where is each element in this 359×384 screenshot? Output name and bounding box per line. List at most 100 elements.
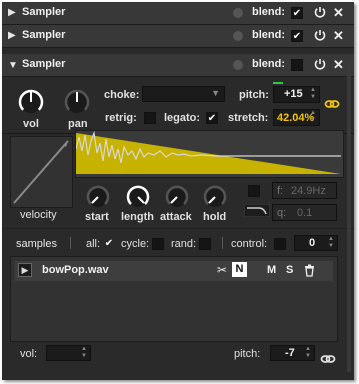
- legato-label: legato:: [164, 112, 201, 124]
- control-value: 0: [309, 237, 316, 249]
- blend-label: blend:: [252, 58, 285, 70]
- start-knob[interactable]: [84, 183, 112, 211]
- divider: [70, 237, 71, 249]
- stepper-arrows-icon[interactable]: ▲ ▼: [328, 236, 334, 250]
- velocity-line: [13, 140, 69, 204]
- attack-knob[interactable]: [163, 183, 191, 211]
- close-icon[interactable]: ✕: [333, 57, 344, 73]
- samples-label: samples: [16, 238, 57, 250]
- control-label: control:: [231, 238, 268, 250]
- vol-bottom-label: vol:: [20, 348, 38, 360]
- pan-knob[interactable]: [62, 87, 92, 117]
- all-checkbox[interactable]: ✔: [103, 238, 115, 250]
- sampler-header-3[interactable]: ▼ Sampler blend: ✕: [2, 54, 354, 77]
- velocity-curve[interactable]: [10, 136, 73, 208]
- mute-button[interactable]: M: [267, 264, 276, 276]
- all-label: all:: [86, 238, 101, 250]
- power-icon[interactable]: [313, 28, 327, 42]
- choke-label: choke:: [104, 89, 140, 101]
- chevron-down-icon: ▼: [211, 88, 220, 98]
- expand-arrow-icon[interactable]: ▶: [8, 30, 16, 41]
- scrollbar[interactable]: [347, 62, 351, 372]
- sampler-title: Sampler: [22, 29, 66, 41]
- pitch-field[interactable]: +15 ▲ ▼: [273, 86, 320, 103]
- control-field[interactable]: 0 ▲ ▼: [294, 235, 338, 251]
- blend-checkbox[interactable]: [291, 59, 303, 71]
- expand-arrow-icon[interactable]: ▶: [8, 7, 16, 18]
- retrig-checkbox[interactable]: [144, 112, 156, 124]
- waveform-display[interactable]: [75, 130, 344, 178]
- retrig-label: retrig:: [105, 112, 137, 124]
- pitch-bottom-value: -7: [285, 347, 295, 359]
- sampler-panel: ▶ Sampler blend: ✔ ✕ ▶ Sampler blend: ✔ …: [2, 2, 354, 380]
- length-knob[interactable]: [124, 183, 152, 211]
- blend-checkbox[interactable]: ✔: [291, 7, 303, 19]
- play-icon[interactable]: ▶: [18, 263, 32, 277]
- power-icon[interactable]: [313, 57, 327, 71]
- waveform: [76, 131, 341, 174]
- solo-button[interactable]: S: [286, 264, 293, 276]
- hold-knob[interactable]: [201, 183, 229, 211]
- activity-indicator-icon: [233, 8, 243, 18]
- pitch-value: +15: [284, 88, 303, 100]
- sample-list: ▶ bowPop.wav ✂ N M S: [10, 256, 338, 342]
- sampler-header-2[interactable]: ▶ Sampler blend: ✔ ✕: [2, 25, 354, 48]
- filter-f-field[interactable]: f: 24.9Hz: [272, 182, 337, 199]
- pitch-label: pitch:: [239, 89, 269, 101]
- sample-name: bowPop.wav: [42, 264, 109, 276]
- rand-checkbox[interactable]: [199, 238, 211, 250]
- hold-label: hold: [203, 211, 227, 223]
- sampler-header-1[interactable]: ▶ Sampler blend: ✔ ✕: [2, 2, 354, 25]
- scissors-icon[interactable]: ✂: [217, 263, 227, 277]
- vol-field[interactable]: ▲ ▼: [46, 345, 91, 361]
- filter-q-label: q:: [277, 207, 287, 219]
- filter-f-label: f:: [277, 185, 284, 197]
- close-icon[interactable]: ✕: [333, 28, 344, 44]
- filter-f-value: 24.9Hz: [291, 185, 326, 197]
- stretch-value: 42.04%: [277, 112, 315, 124]
- sampler-title: Sampler: [22, 58, 66, 70]
- sampler-title: Sampler: [22, 6, 66, 18]
- filter-q-value: 0.1: [297, 207, 313, 219]
- filter-q-field[interactable]: q: 0.1: [272, 204, 337, 221]
- blend-checkbox[interactable]: ✔: [291, 30, 303, 42]
- blend-label: blend:: [252, 29, 285, 41]
- divider: [2, 228, 354, 229]
- attack-label: attack: [160, 211, 192, 223]
- link-icon[interactable]: [320, 352, 336, 366]
- vol-label: vol: [23, 118, 39, 130]
- vol-knob[interactable]: [16, 87, 46, 117]
- stepper-arrows-icon[interactable]: ▲ ▼: [310, 87, 316, 101]
- pan-label: pan: [68, 118, 88, 130]
- link-icon[interactable]: [324, 97, 340, 111]
- filter-checkbox[interactable]: [248, 185, 260, 197]
- blend-label: blend:: [252, 6, 285, 18]
- stepper-arrows-icon[interactable]: ▲ ▼: [305, 346, 311, 360]
- n-button[interactable]: N: [232, 262, 247, 277]
- stepper-arrows-icon[interactable]: ▲ ▼: [81, 346, 87, 360]
- stretch-field[interactable]: 42.04% ▲ ▼: [273, 109, 320, 126]
- velocity-label: velocity: [20, 209, 57, 221]
- stepper-arrows-icon[interactable]: ▲ ▼: [310, 110, 316, 124]
- pitch-bottom-field[interactable]: -7 ▲ ▼: [270, 345, 315, 361]
- cycle-checkbox[interactable]: [152, 238, 164, 250]
- stretch-label: stretch:: [228, 112, 269, 124]
- legato-checkbox[interactable]: ✔: [206, 112, 218, 124]
- filter-type-icon[interactable]: [244, 204, 270, 217]
- choke-select[interactable]: ▼: [142, 86, 225, 102]
- collapse-arrow-icon[interactable]: ▼: [8, 60, 18, 71]
- power-icon[interactable]: [313, 5, 327, 19]
- activity-indicator-icon: [233, 60, 243, 70]
- control-checkbox[interactable]: [274, 238, 286, 250]
- rand-label: rand:: [171, 238, 197, 250]
- divider: [222, 237, 223, 249]
- length-label: length: [121, 211, 154, 223]
- pitch-indicator: [273, 82, 283, 84]
- cycle-label: cycle:: [121, 238, 150, 250]
- trash-icon[interactable]: [304, 264, 315, 277]
- start-label: start: [85, 211, 109, 223]
- close-icon[interactable]: ✕: [333, 5, 344, 21]
- list-item[interactable]: ▶ bowPop.wav ✂ N M S: [15, 261, 333, 281]
- pitch-bottom-label: pitch:: [234, 348, 261, 360]
- activity-indicator-icon: [233, 31, 243, 41]
